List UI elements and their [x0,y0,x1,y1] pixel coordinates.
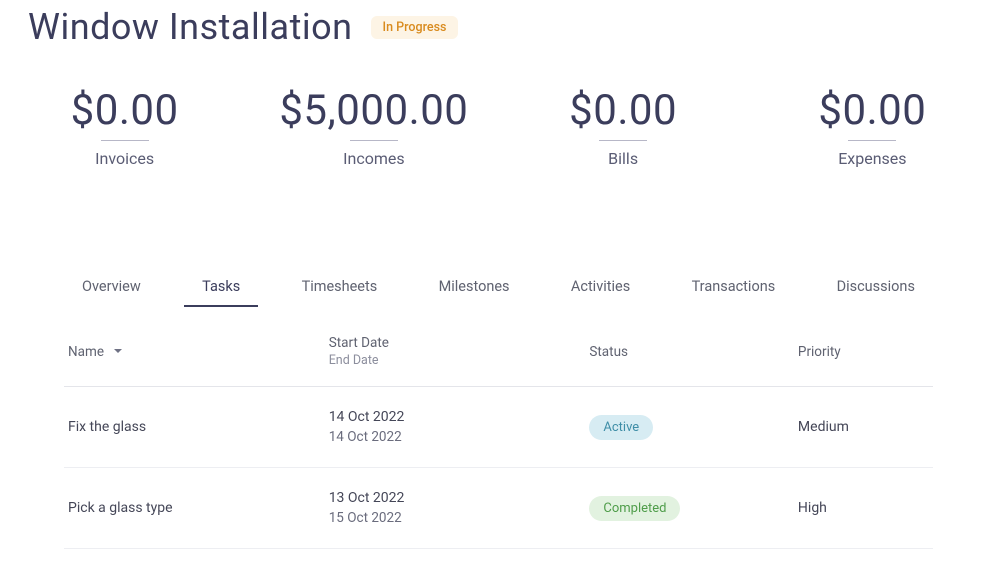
task-priority-cell: Medium [794,387,933,468]
tab-transactions[interactable]: Transactions [674,278,794,307]
status-badge: Completed [589,496,680,521]
task-dates-cell: 13 Oct 2022 15 Oct 2022 [325,468,586,549]
task-start-date: 13 Oct 2022 [329,490,405,506]
column-header-status[interactable]: Status [585,307,794,387]
column-header-name[interactable]: Name [64,307,325,387]
tab-timesheets[interactable]: Timesheets [284,278,396,307]
metrics-row: $0.00 Invoices $5,000.00 Incomes $0.00 B… [0,48,997,168]
task-end-date: 15 Oct 2022 [329,510,578,526]
metric-underline [848,140,896,141]
project-status-badge: In Progress [371,16,459,39]
task-status-cell: Active [585,387,794,468]
task-priority-cell: High [794,468,933,549]
column-header-label: Name [68,344,104,360]
metric-expenses[interactable]: $0.00 Expenses [748,88,997,168]
tasks-table: Name Start Date End Date Status Priority [64,307,933,549]
task-dates-cell: 14 Oct 2022 14 Oct 2022 [325,387,586,468]
column-header-label: Status [589,344,628,360]
page-title: Window Installation [28,6,353,48]
column-header-dates[interactable]: Start Date End Date [325,307,586,387]
metric-underline [101,140,149,141]
table-row[interactable]: Fix the glass 14 Oct 2022 14 Oct 2022 Ac… [64,387,933,468]
metric-label: Bills [499,149,748,168]
task-start-date: 14 Oct 2022 [329,409,405,425]
column-header-priority[interactable]: Priority [794,307,933,387]
metric-value: $5,000.00 [249,88,498,134]
task-name-cell: Pick a glass type [64,468,325,549]
metric-underline [599,140,647,141]
column-header-label: Priority [798,344,841,360]
metric-bills[interactable]: $0.00 Bills [499,88,748,168]
metric-invoices[interactable]: $0.00 Invoices [0,88,249,168]
tab-overview[interactable]: Overview [64,278,159,307]
metric-label: Incomes [249,149,498,168]
tab-milestones[interactable]: Milestones [421,278,528,307]
metric-incomes[interactable]: $5,000.00 Incomes [249,88,498,168]
metric-value: $0.00 [748,88,997,134]
sort-caret-down-icon [113,343,123,359]
column-header-start-date: Start Date [329,335,389,351]
page-header: Window Installation In Progress [0,0,997,48]
column-header-end-date: End Date [329,353,578,368]
task-end-date: 14 Oct 2022 [329,429,578,445]
metric-value: $0.00 [0,88,249,134]
tab-activities[interactable]: Activities [553,278,648,307]
tab-discussions[interactable]: Discussions [819,278,933,307]
table-row[interactable]: Pick a glass type 13 Oct 2022 15 Oct 202… [64,468,933,549]
metric-underline [350,140,398,141]
tabs-bar: Overview Tasks Timesheets Milestones Act… [0,168,997,307]
status-badge: Active [589,415,653,440]
tab-tasks[interactable]: Tasks [184,278,258,307]
task-name-cell: Fix the glass [64,387,325,468]
task-status-cell: Completed [585,468,794,549]
metric-value: $0.00 [499,88,748,134]
tasks-table-wrap: Name Start Date End Date Status Priority [0,307,997,549]
metric-label: Expenses [748,149,997,168]
metric-label: Invoices [0,149,249,168]
